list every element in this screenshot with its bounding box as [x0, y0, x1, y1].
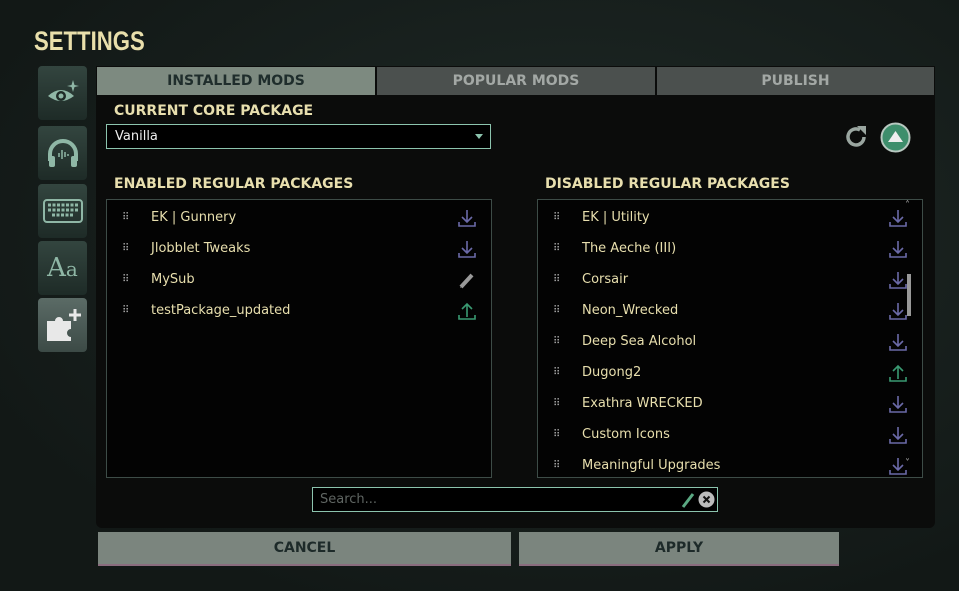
sidebar-item-mods[interactable]	[38, 298, 87, 352]
package-row[interactable]: ⠿ Corsair	[538, 264, 922, 295]
search-placeholder: Search...	[320, 492, 378, 507]
core-package-dropdown[interactable]: Vanilla	[106, 124, 491, 149]
download-icon	[888, 332, 908, 352]
package-name: Dugong2	[582, 365, 642, 380]
drag-handle-icon[interactable]: ⠿	[553, 275, 561, 285]
drag-handle-icon[interactable]: ⠿	[553, 461, 561, 471]
package-row[interactable]: ⠿ The Aeche (III)	[538, 233, 922, 264]
drag-handle-icon[interactable]: ⠿	[122, 275, 130, 285]
clear-icon[interactable]	[698, 491, 715, 508]
drag-handle-icon[interactable]: ⠿	[553, 430, 561, 440]
drag-handle-icon[interactable]: ⠿	[553, 337, 561, 347]
package-name: The Aeche (III)	[582, 241, 677, 256]
upload-icon	[888, 363, 908, 383]
download-icon	[888, 394, 908, 414]
eye-icon	[47, 80, 79, 101]
disabled-packages-list[interactable]: ˄ ˅ ⠿ EK | Utility ⠿ The Aeche (III) ⠿ Corsai…	[537, 199, 923, 478]
package-row[interactable]: ⠿ EK | Utility	[538, 202, 922, 233]
download-icon	[888, 456, 908, 476]
package-name: Deep Sea Alcohol	[582, 334, 697, 349]
download-icon	[457, 208, 477, 228]
download-icon	[888, 239, 908, 259]
upload-icon	[457, 301, 477, 321]
package-name: MySub	[151, 272, 195, 287]
download-icon	[888, 270, 908, 290]
package-row[interactable]: ⠿ MySub	[107, 264, 491, 295]
package-row[interactable]: ⠿ Meaningful Upgrades	[538, 450, 922, 481]
sidebar-item-audio[interactable]	[38, 126, 87, 180]
search-input[interactable]: Search...	[312, 487, 718, 512]
drag-handle-icon[interactable]: ⠿	[553, 399, 561, 409]
enabled-packages-label: ENABLED REGULAR PACKAGES	[114, 176, 354, 192]
font-icon: Aa	[47, 253, 78, 283]
tab-installed-mods[interactable]: INSTALLED MODS	[97, 67, 375, 95]
package-row[interactable]: ⠿ Deep Sea Alcohol	[538, 326, 922, 357]
drag-handle-icon[interactable]: ⠿	[553, 306, 561, 316]
tab-publish[interactable]: PUBLISH	[657, 67, 934, 95]
package-name: Custom Icons	[582, 427, 670, 442]
download-icon	[888, 301, 908, 321]
page-title: SETTINGS	[34, 26, 145, 56]
package-row[interactable]: ⠿ Jlobblet Tweaks	[107, 233, 491, 264]
refresh-icon	[846, 126, 866, 147]
drag-handle-icon[interactable]: ⠿	[122, 306, 130, 316]
disabled-packages-label: DISABLED REGULAR PACKAGES	[545, 176, 790, 192]
sidebar-item-language[interactable]: Aa	[38, 241, 87, 295]
package-name: Exathra WRECKED	[582, 396, 703, 411]
package-name: testPackage_updated	[151, 303, 291, 318]
cancel-button[interactable]: CANCEL	[98, 532, 511, 566]
package-row[interactable]: ⠿ EK | Gunnery	[107, 202, 491, 233]
package-row[interactable]: ⠿ testPackage_updated	[107, 295, 491, 326]
package-name: Meaningful Upgrades	[582, 458, 721, 473]
download-icon	[457, 239, 477, 259]
core-package-label: CURRENT CORE PACKAGE	[114, 103, 314, 119]
download-icon	[888, 208, 908, 228]
sidebar-item-controls[interactable]	[38, 184, 87, 238]
package-name: Corsair	[582, 272, 629, 287]
package-name: Neon_Wrecked	[582, 303, 679, 318]
drag-handle-icon[interactable]: ⠿	[122, 213, 130, 223]
chevron-down-icon	[475, 134, 483, 139]
keyboard-icon	[42, 199, 83, 223]
package-name: Jlobblet Tweaks	[151, 241, 251, 256]
drag-handle-icon[interactable]: ⠿	[553, 213, 561, 223]
upload-all-button[interactable]	[880, 122, 911, 157]
puzzle-plus-icon	[46, 309, 81, 341]
package-row[interactable]: ⠿ Exathra WRECKED	[538, 388, 922, 419]
core-package-value: Vanilla	[115, 129, 158, 144]
enabled-packages-list[interactable]: ⠿ EK | Gunnery ⠿ Jlobblet Tweaks ⠿ MySub ⠿ test…	[106, 199, 492, 478]
headphones-icon	[47, 139, 78, 167]
package-row[interactable]: ⠿ Dugong2	[538, 357, 922, 388]
pencil-icon	[681, 493, 695, 508]
drag-handle-icon[interactable]: ⠿	[553, 368, 561, 378]
drag-handle-icon[interactable]: ⠿	[553, 244, 561, 254]
package-name: EK | Utility	[582, 210, 650, 225]
package-row[interactable]: ⠿ Neon_Wrecked	[538, 295, 922, 326]
download-icon	[888, 425, 908, 445]
apply-button[interactable]: APPLY	[519, 532, 839, 566]
drag-handle-icon[interactable]: ⠿	[122, 244, 130, 254]
sidebar-item-graphics[interactable]	[38, 66, 87, 120]
edit-icon[interactable]	[457, 270, 477, 290]
package-row[interactable]: ⠿ Custom Icons	[538, 419, 922, 450]
tab-popular-mods[interactable]: POPULAR MODS	[377, 67, 655, 95]
refresh-button[interactable]	[843, 124, 869, 154]
arrow-up-circle-icon	[880, 122, 911, 153]
package-name: EK | Gunnery	[151, 210, 237, 225]
